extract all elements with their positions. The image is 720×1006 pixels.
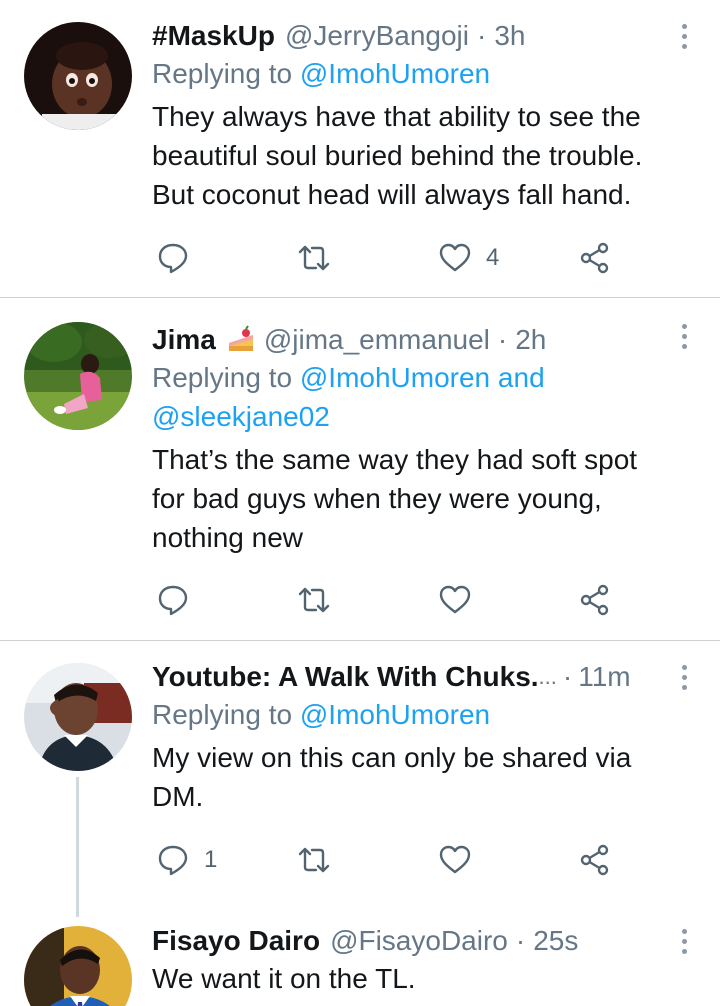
more-icon[interactable]	[672, 923, 696, 959]
user-handle[interactable]: @FisayoDairo	[330, 923, 508, 959]
avatar[interactable]	[24, 22, 132, 130]
reply-icon	[158, 585, 188, 616]
share-icon	[580, 242, 609, 274]
like-icon	[439, 845, 471, 874]
replying-to-and[interactable]: and	[490, 362, 545, 393]
action-bar: 4	[152, 238, 622, 278]
replying-to-mention[interactable]: @ImohUmoren	[300, 362, 490, 393]
tweet[interactable]: Youtube: A Walk With Chuks. ... · 11m Re…	[0, 641, 720, 921]
user-handle[interactable]: @JerryBangoji	[285, 18, 469, 54]
separator-dot: ·	[497, 324, 508, 355]
avatar-image	[24, 322, 132, 430]
tweet-text-line: But coconut head will always fall hand.	[152, 179, 632, 210]
display-name[interactable]: Fisayo Dairo	[152, 923, 320, 959]
tweet-header: Fisayo Dairo @FisayoDairo · 25s	[152, 923, 670, 959]
replying-to: Replying to @ImohUmoren and @sleekjane02	[152, 358, 670, 436]
like-count: 4	[486, 244, 500, 271]
avatar-image	[24, 663, 132, 771]
name-truncation: ...	[538, 664, 557, 689]
reply-icon	[158, 243, 188, 274]
tweet-text-line: They always have that ability to see the	[152, 101, 641, 132]
separator-dot: ·	[562, 661, 573, 692]
reply-icon	[158, 845, 188, 876]
avatar[interactable]	[24, 322, 132, 430]
tweet[interactable]: #MaskUp @JerryBangoji · 3h Replying to @…	[0, 0, 720, 297]
tweet[interactable]: Jima @jima_emmanuel · 2h Replying to @Im…	[0, 298, 720, 640]
action-bar: 1	[152, 840, 622, 880]
tweet-header: Youtube: A Walk With Chuks. ... · 11m	[152, 659, 670, 695]
replying-to-label: Replying to	[152, 58, 300, 89]
retweet-button[interactable]	[297, 238, 345, 278]
replying-to: Replying to @ImohUmoren	[152, 695, 670, 734]
timestamp[interactable]: 25s	[533, 923, 578, 959]
like-button[interactable]: 4	[438, 238, 499, 278]
tweet-text-line: DM.	[152, 781, 204, 812]
replying-to-label: Replying to	[152, 362, 300, 393]
tweet-text-line: nothing new	[152, 522, 304, 553]
tweet-text: My view on this can only be shared via D…	[152, 738, 670, 816]
avatar[interactable]	[24, 926, 132, 1006]
tweet-header: Jima @jima_emmanuel · 2h	[152, 322, 670, 358]
tweet-text: That’s the same way they had soft spot f…	[152, 440, 670, 557]
retweet-icon	[298, 847, 330, 873]
reply-button[interactable]	[156, 238, 204, 278]
avatar-image	[24, 22, 132, 130]
more-icon[interactable]	[672, 18, 696, 54]
replying-to-label: Replying to	[152, 699, 300, 730]
reply-button[interactable]	[156, 580, 204, 620]
like-button[interactable]	[438, 840, 486, 880]
share-button[interactable]	[578, 580, 612, 620]
tweet-text: They always have that ability to see the…	[152, 97, 670, 214]
reply-feed: #MaskUp @JerryBangoji · 3h Replying to @…	[0, 0, 720, 1006]
like-icon	[439, 585, 471, 614]
replying-to-mention[interactable]: @ImohUmoren	[300, 699, 490, 730]
replying-to: Replying to @ImohUmoren	[152, 54, 670, 93]
share-button[interactable]	[578, 238, 612, 278]
tweet-text-line: We want it on the TL.	[152, 963, 416, 994]
avatar-image	[24, 926, 132, 1006]
retweet-icon	[298, 245, 330, 271]
like-button[interactable]	[438, 580, 486, 620]
timestamp[interactable]: 11m	[578, 659, 630, 695]
retweet-button[interactable]	[297, 840, 345, 880]
user-handle[interactable]: @jima_emmanuel	[264, 322, 490, 358]
tweet-text-line: My view on this can only be shared via	[152, 742, 632, 773]
retweet-button[interactable]	[297, 580, 345, 620]
tweet-text-line: beautiful soul buried behind the trouble…	[152, 140, 643, 171]
share-icon	[580, 584, 609, 616]
thread-connector-line	[76, 777, 79, 917]
tweet-text: We want it on the TL.	[152, 959, 670, 998]
share-icon	[580, 844, 609, 876]
tweet[interactable]: Fisayo Dairo @FisayoDairo · 25s We want …	[0, 921, 720, 1006]
more-icon[interactable]	[672, 318, 696, 354]
more-icon[interactable]	[672, 659, 696, 695]
retweet-icon	[298, 587, 330, 613]
cake-emoji-icon	[228, 325, 253, 351]
avatar[interactable]	[24, 663, 132, 771]
display-name[interactable]: #MaskUp	[152, 18, 275, 54]
share-button[interactable]	[578, 840, 612, 880]
tweet-header: #MaskUp @JerryBangoji · 3h	[152, 18, 670, 54]
separator-dot: ·	[515, 925, 526, 956]
reply-button[interactable]: 1	[156, 840, 217, 880]
tweet-text-line: for bad guys when they were young,	[152, 483, 602, 514]
action-bar	[152, 580, 622, 620]
reply-count: 1	[204, 846, 218, 873]
replying-to-mention-2[interactable]: @sleekjane02	[152, 397, 670, 436]
like-icon	[439, 243, 471, 272]
tweet-text-line: That’s the same way they had soft spot	[152, 444, 638, 475]
timestamp[interactable]: 3h	[494, 18, 525, 54]
display-name[interactable]: Jima	[152, 322, 216, 358]
timestamp[interactable]: 2h	[515, 322, 546, 358]
display-name[interactable]: Youtube: A Walk With Chuks.	[152, 659, 539, 695]
replying-to-mention[interactable]: @ImohUmoren	[300, 58, 490, 89]
separator-dot: ·	[477, 20, 487, 51]
